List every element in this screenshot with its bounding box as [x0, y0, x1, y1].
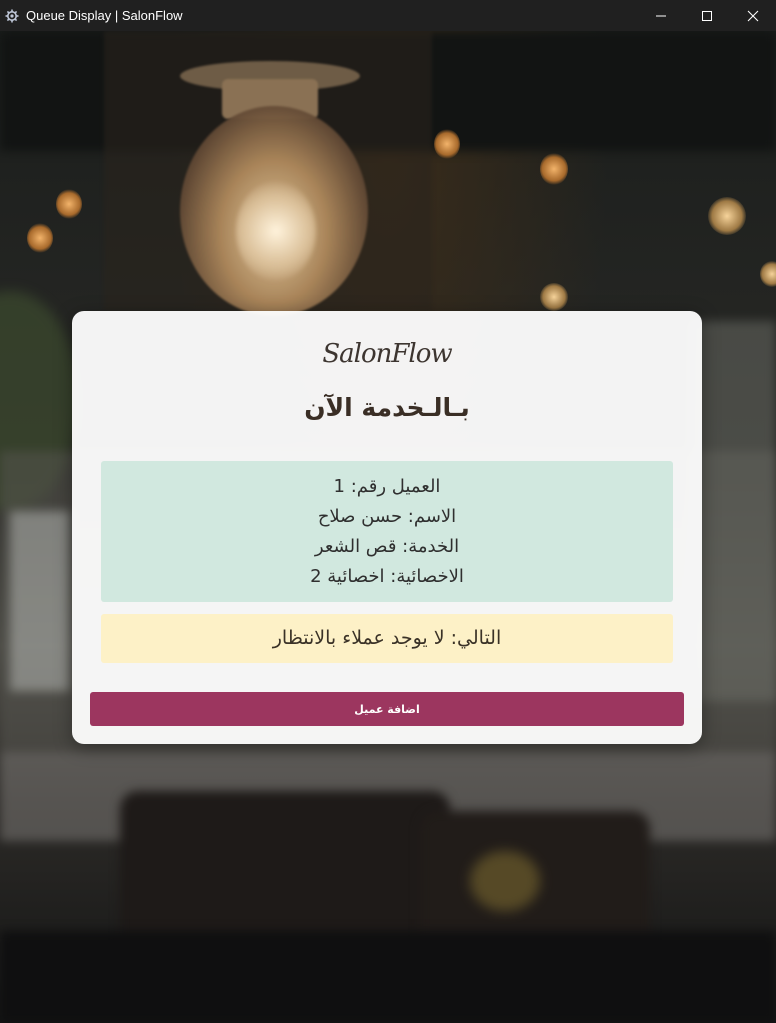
gear-app-icon [5, 9, 19, 23]
customer-service: الخدمة: قص الشعر [314, 536, 460, 557]
maximize-icon [702, 10, 712, 21]
current-customer-panel: العميل رقم: 1 الاسم: حسن صلاح الخدمة: قص… [101, 461, 673, 602]
minimize-button[interactable] [638, 0, 684, 31]
customer-name: الاسم: حسن صلاح [317, 506, 457, 527]
app-window: Queue Display | SalonFlow SalonFlow بـال… [0, 0, 776, 1023]
queue-card: SalonFlow بـالـخدمة الآن العميل رقم: 1 ا… [72, 311, 702, 744]
customer-number: العميل رقم: 1 [333, 476, 441, 497]
close-button[interactable] [730, 0, 776, 31]
add-customer-button[interactable]: اضافة عميل [90, 692, 684, 726]
window-title: Queue Display | SalonFlow [26, 8, 183, 23]
customer-specialist: الاخصائية: اخصائية 2 [310, 566, 464, 587]
minimize-icon [656, 15, 666, 16]
maximize-button[interactable] [684, 0, 730, 31]
next-customer-panel: التالي: لا يوجد عملاء بالانتظار [101, 614, 673, 663]
title-bar[interactable]: Queue Display | SalonFlow [0, 0, 776, 31]
now-serving-heading: بـالـخدمة الآن [304, 393, 470, 422]
salonflow-logo: SalonFlow [322, 339, 452, 369]
close-icon [747, 10, 759, 21]
window-controls [638, 0, 776, 31]
